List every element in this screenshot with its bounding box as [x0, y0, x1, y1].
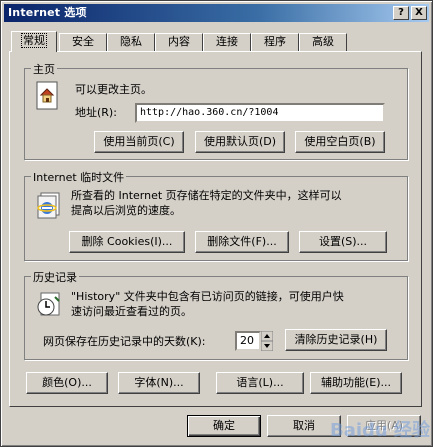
close-button[interactable]: X [411, 6, 427, 20]
use-current-button[interactable]: 使用当前页(C) [94, 131, 184, 153]
history-days-input[interactable]: 20 [235, 331, 261, 351]
history-legend: 历史记录 [31, 269, 79, 285]
tab-content[interactable]: 内容 [155, 33, 203, 51]
use-blank-button[interactable]: 使用空白页(B) [295, 131, 385, 153]
tab-programs[interactable]: 程序 [251, 33, 299, 51]
general-tab-panel: 主页 可以更改主页。 地址(R): http://hao.360.cn/?100… [9, 51, 422, 407]
days-spinner-icon[interactable] [261, 331, 273, 351]
accessibility-button[interactable]: 辅助功能(E)... [310, 372, 402, 394]
tab-advanced[interactable]: 高级 [299, 33, 347, 51]
watermark: Baidu 经验 [329, 420, 430, 441]
history-description-2: 速访问最近查看过的页。 [71, 305, 192, 318]
history-days-label: 网页保存在历史记录中的天数(K): [43, 335, 206, 348]
internet-options-dialog: Internet 选项 ? X 常规 安全 隐私 内容 连接 程序 高级 主页 … [0, 0, 433, 447]
homepage-legend: 主页 [31, 61, 57, 77]
tab-general[interactable]: 常规 [11, 31, 57, 52]
clear-history-button[interactable]: 清除历史记录(H) [285, 329, 387, 351]
homepage-address-input[interactable]: http://hao.360.cn/?1004 [135, 103, 385, 123]
homepage-description: 可以更改主页。 [75, 83, 152, 96]
homepage-group: 主页 可以更改主页。 地址(R): http://hao.360.cn/?100… [24, 61, 408, 160]
use-default-button[interactable]: 使用默认页(D) [195, 131, 285, 153]
history-description-1: "History" 文件夹中包含有已访问页的链接，可使用户快 [71, 290, 344, 303]
languages-button[interactable]: 语言(L)... [216, 372, 304, 394]
fonts-button[interactable]: 字体(N)... [118, 372, 200, 394]
tab-security[interactable]: 安全 [59, 33, 107, 51]
delete-cookies-button[interactable]: 删除 Cookies(I)... [69, 231, 185, 253]
history-group: 历史记录 "History" 文件夹中包含有已访问页的链接，可使用户快 速访问最… [24, 269, 408, 360]
ok-button[interactable]: 确定 [187, 415, 261, 437]
temp-files-group: Internet 临时文件 所查看的 Internet 页存储在特定的文件夹中，… [24, 169, 408, 261]
help-button[interactable]: ? [393, 6, 409, 20]
delete-files-button[interactable]: 删除文件(F)... [195, 231, 289, 253]
temp-files-legend: Internet 临时文件 [31, 169, 127, 185]
tab-connections[interactable]: 连接 [203, 33, 251, 51]
settings-button[interactable]: 设置(S)... [299, 231, 387, 253]
temp-files-description-2: 提高以后浏览的速度。 [71, 204, 181, 217]
tab-strip: 常规 安全 隐私 内容 连接 程序 高级 [9, 31, 429, 52]
temp-files-description-1: 所查看的 Internet 页存储在特定的文件夹中，这样可以 [71, 189, 342, 202]
address-label: 地址(R): [75, 106, 117, 119]
window-title: Internet 选项 [8, 6, 87, 19]
title-bar[interactable]: Internet 选项 ? X [4, 4, 429, 22]
home-page-icon [36, 81, 58, 110]
ie-files-icon [37, 192, 60, 219]
tab-privacy[interactable]: 隐私 [107, 33, 155, 51]
colors-button[interactable]: 颜色(O)... [26, 372, 108, 394]
history-icon [37, 292, 60, 316]
